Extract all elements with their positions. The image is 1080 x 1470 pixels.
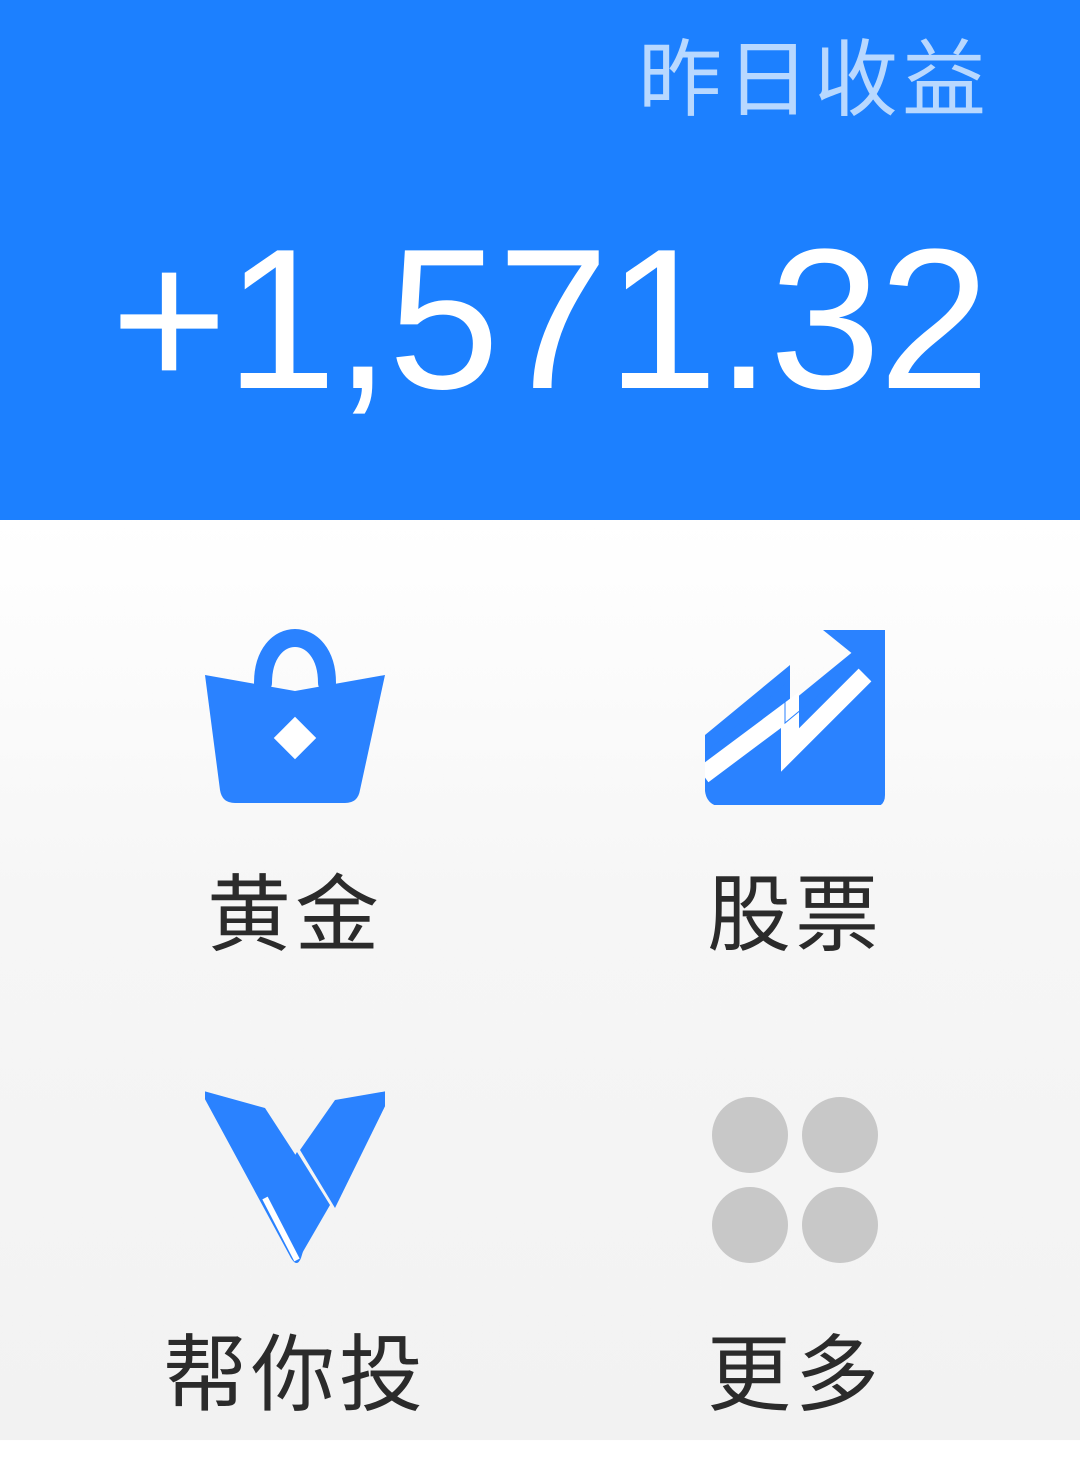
trend-chart-icon bbox=[705, 630, 885, 805]
stocks-label: 股票 bbox=[706, 866, 883, 964]
shopping-bag-icon bbox=[205, 629, 385, 803]
gold-entry[interactable]: 黄金 bbox=[105, 625, 485, 1005]
v-logo-icon bbox=[205, 1091, 385, 1263]
yesterday-earnings-label: 昨日收益 bbox=[637, 31, 990, 129]
more-dots-icon bbox=[712, 1097, 878, 1263]
yesterday-earnings-amount[interactable]: +1,571.32 bbox=[111, 200, 990, 440]
more-entry[interactable]: 更多 bbox=[605, 1090, 985, 1470]
more-label: 更多 bbox=[706, 1326, 883, 1424]
help-invest-entry[interactable]: 帮你投 bbox=[105, 1090, 485, 1470]
gold-label: 黄金 bbox=[206, 866, 383, 964]
stocks-entry[interactable]: 股票 bbox=[605, 625, 985, 1005]
help-invest-label: 帮你投 bbox=[162, 1326, 427, 1424]
earnings-header: 昨日收益 +1,571.32 bbox=[0, 0, 1080, 520]
